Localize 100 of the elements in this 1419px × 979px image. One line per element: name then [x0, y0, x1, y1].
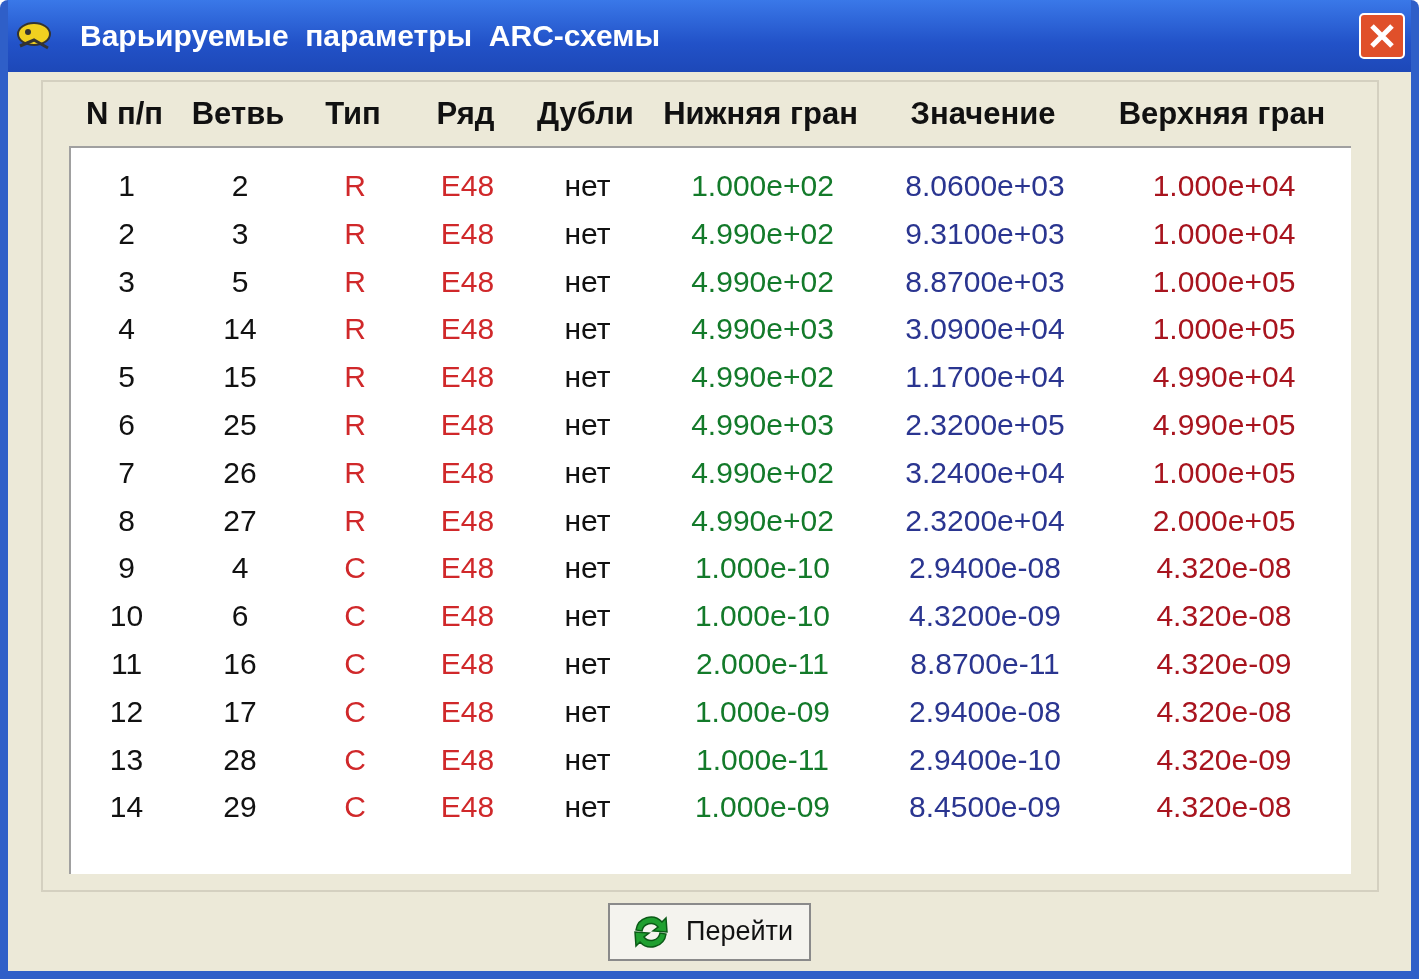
table-cell-text: E48: [439, 215, 496, 252]
table-cell-text: 4.990e+04: [1151, 359, 1297, 396]
table-cell-text: 15: [222, 359, 258, 396]
column-header: Нижняя гран: [662, 96, 859, 132]
table-cell-text: 2.000e+05: [1151, 502, 1297, 539]
table-cell-text: C: [343, 598, 367, 635]
table-cell-text: 1.000e-11: [695, 741, 830, 778]
table-cell-text: E48: [439, 645, 496, 682]
table-cell-text: C: [343, 693, 367, 730]
table-cell-text: 5: [117, 359, 136, 396]
table-cell-text: 8.8700e-11: [909, 645, 1061, 682]
close-icon: [1369, 23, 1395, 49]
table-cell-text: E48: [439, 168, 496, 204]
table-cell-text: 28: [222, 741, 258, 778]
table-cell-text: 4.320e-08: [1155, 598, 1293, 635]
table-cell-text: E48: [439, 263, 496, 300]
table-cell-text: 3.0900e+04: [904, 311, 1066, 348]
table-cell-text: 12: [108, 693, 145, 730]
table-cell-text: нет: [563, 215, 612, 252]
table-cell-text: 8.8700e+03: [904, 263, 1066, 300]
table-cell-text: нет: [563, 454, 612, 491]
table-cell-text: 4.320e-08: [1155, 789, 1293, 826]
table-cell-text: E48: [439, 454, 496, 491]
table-cell-text: 1.000e+05: [1151, 263, 1297, 300]
column-header: Ветвь: [190, 96, 286, 132]
table-cell-text: 4.320e-09: [1155, 645, 1293, 682]
table-cell-text: 26: [222, 454, 258, 491]
table-cell-text: 2: [117, 215, 136, 252]
table-cell-text: нет: [563, 407, 612, 443]
table-cell-text: E48: [439, 550, 496, 587]
table-cell-text: нет: [563, 311, 612, 348]
table-cell-text: 2: [230, 168, 250, 204]
column-header: Дубли: [536, 96, 635, 132]
table-cell-text: 10: [108, 598, 145, 635]
table-cell-text: 2.3200e+04: [904, 502, 1066, 539]
table-cell-text: C: [343, 645, 367, 682]
table-cell-text: 1.000e-10: [693, 550, 832, 587]
table-cell-text: R: [343, 311, 367, 348]
table-cell-text: 4.320e-08: [1155, 550, 1293, 587]
table-cell-text: 16: [222, 645, 258, 682]
table-cell-text: E48: [439, 359, 496, 396]
table-cell-text: C: [343, 789, 367, 826]
table-cell-text: 14: [108, 789, 145, 826]
table-cell-text: 3.2400e+04: [904, 454, 1066, 491]
table-cell-text: 29: [222, 789, 258, 826]
column-header: Верхняя гран: [1117, 96, 1327, 132]
column-header: Тип: [324, 96, 382, 132]
table-cell-text: нет: [563, 168, 612, 204]
table-cell-text: E48: [439, 311, 496, 348]
table-cell-text: 4.3200e-09: [908, 598, 1062, 635]
table-cell-text: E48: [439, 407, 496, 443]
table-cell-text: нет: [563, 263, 612, 300]
table-cell-text: 4.990e+03: [690, 407, 835, 443]
table-cell-text: R: [343, 359, 367, 396]
close-button[interactable]: [1359, 13, 1405, 59]
table-cell-text: нет: [563, 550, 612, 587]
table-cell-text: 13: [108, 741, 145, 778]
table-cell-text: 4.990e+02: [690, 215, 835, 252]
table-cell-text: 2.3200e+05: [904, 407, 1066, 443]
window-title: Варьируемые параметры ARC-схемы: [80, 19, 662, 53]
table-cell-text: 11: [109, 645, 144, 682]
table-cell-text: 1.000e-09: [693, 693, 832, 730]
column-header: Значение: [909, 96, 1057, 132]
table-cell-text: 8.0600e+03: [904, 168, 1066, 204]
table-cell-text: 4.320e-08: [1155, 693, 1293, 730]
table-cell-text: E48: [439, 502, 496, 539]
table-cell-text: R: [343, 407, 367, 443]
table-cell-text: 1.1700e+04: [904, 359, 1066, 396]
table-cell-text: 2.9400e-08: [908, 693, 1062, 730]
table-cell-text: 1: [117, 168, 136, 204]
table-cell-text: 2.9400e-10: [908, 741, 1062, 778]
table-cell-text: E48: [439, 693, 496, 730]
table-cell-text: 5: [230, 263, 250, 300]
table-cell-text: 3: [117, 263, 136, 300]
table-cell-text: 6: [117, 407, 136, 443]
table-cell-text: 27: [222, 502, 258, 539]
table-cell-text: 4.990e+05: [1151, 407, 1297, 443]
table-cell-text: 4.990e+02: [690, 359, 835, 396]
column-header: Ряд: [435, 96, 496, 132]
table-cell-text: 4.320e-09: [1155, 741, 1293, 778]
table-cell-text: нет: [563, 789, 612, 826]
table-cell-text: R: [343, 263, 367, 300]
table-cell-text: 9: [117, 550, 136, 587]
table-cell-text: 7: [117, 454, 136, 491]
table-cell-text: E48: [439, 598, 496, 635]
table-cell-text: R: [343, 502, 367, 539]
table-cell-text: 4: [117, 311, 136, 348]
table-cell-text: нет: [563, 645, 612, 682]
table-cell-text: R: [343, 454, 367, 491]
table-cell-text: 8: [117, 502, 136, 539]
table-cell-text: 8.4500e-09: [908, 789, 1062, 826]
table-cell-text: нет: [563, 359, 612, 396]
table-cell-text: R: [343, 168, 367, 204]
column-header: N п/п: [84, 96, 165, 132]
table-cell-text: 14: [222, 311, 258, 348]
table-cell-text: 1.000e+04: [1151, 215, 1297, 252]
go-button[interactable]: Перейти: [608, 902, 811, 961]
table-cell-text: 1.000e+05: [1151, 454, 1297, 491]
table-cell-text: 4.990e+02: [690, 263, 835, 300]
table-cell-text: нет: [563, 693, 612, 730]
